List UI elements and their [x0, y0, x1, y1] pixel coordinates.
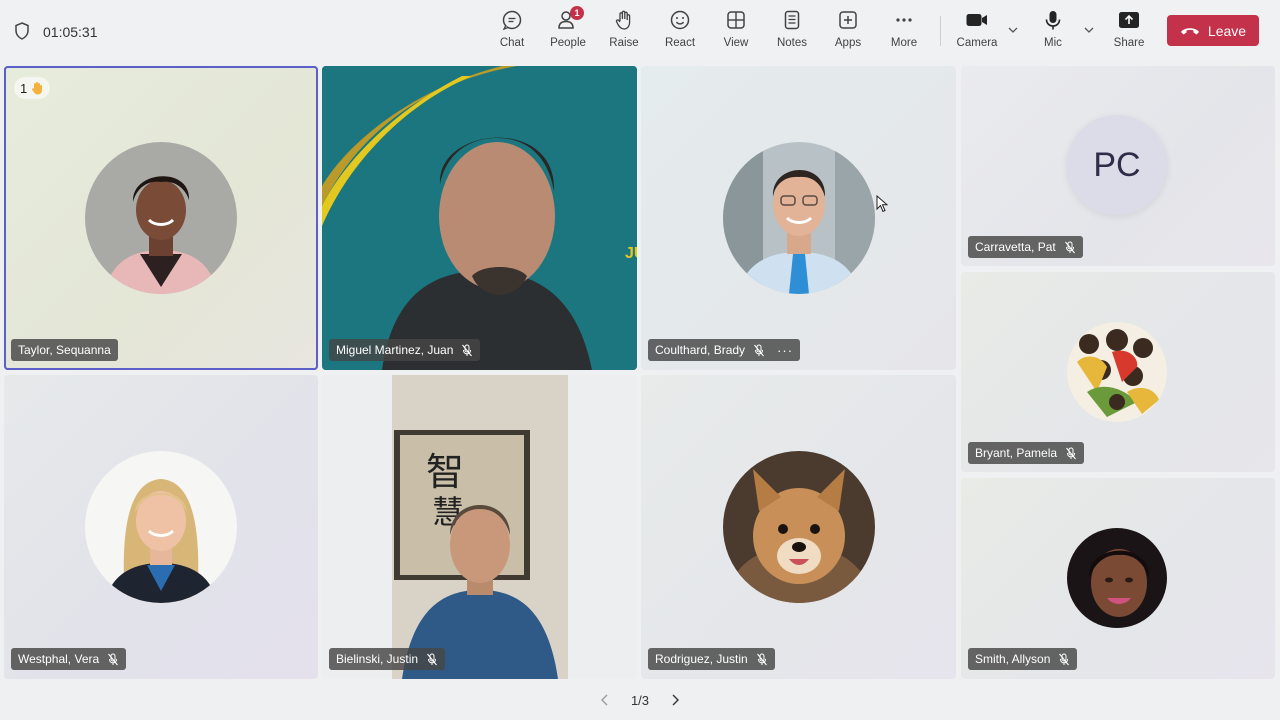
participant-tile-bielinski[interactable]: 智 慧 Bielinski, Justin [322, 375, 637, 679]
muted-microphone-icon [1066, 447, 1076, 459]
react-label: React [664, 37, 696, 49]
participant-video: JU [322, 66, 637, 370]
mic-button[interactable]: Mic [1025, 8, 1081, 56]
apps-button[interactable]: Apps [820, 8, 876, 56]
page-indicator: 1/3 [630, 692, 650, 708]
toolbar-divider [940, 16, 941, 46]
participant-name: Miguel Martinez, Juan [336, 343, 454, 357]
people-label: People [550, 37, 586, 49]
participant-name: Westphal, Vera [18, 652, 100, 666]
participant-more-options[interactable]: ··· [777, 343, 793, 358]
participant-photo [723, 142, 875, 294]
participant-name-tag: Bielinski, Justin [329, 648, 446, 670]
raised-hand-icon [32, 82, 43, 95]
participant-name-tag: Taylor, Sequanna [11, 339, 118, 361]
participant-photo [1067, 322, 1167, 422]
svg-text:JU: JU [625, 245, 637, 262]
people-button[interactable]: 1 People [540, 6, 596, 56]
participant-name-tag: Bryant, Pamela [968, 442, 1085, 464]
muted-microphone-icon [754, 344, 764, 356]
participant-name: Smith, Allyson [975, 652, 1051, 666]
participant-name-tag: Smith, Allyson [968, 648, 1078, 670]
share-button[interactable]: Share [1101, 8, 1157, 56]
camera-button[interactable]: Camera [949, 8, 1005, 56]
participant-initials-avatar: PC [1067, 115, 1167, 215]
muted-microphone-icon [1059, 653, 1070, 665]
svg-text:智: 智 [426, 450, 464, 494]
participant-name: Carravetta, Pat [975, 240, 1056, 254]
leave-button[interactable]: Leave [1167, 15, 1259, 46]
more-button[interactable]: More [876, 8, 932, 56]
hang-up-icon [1180, 27, 1199, 34]
participant-tile-bryant[interactable]: Bryant, Pamela [961, 272, 1275, 472]
smiley-icon [668, 8, 692, 32]
people-icon: 1 [556, 6, 584, 32]
participant-name-tag: Rodriguez, Justin [648, 648, 775, 670]
microphone-icon [1041, 8, 1065, 32]
view-label: View [723, 37, 749, 49]
camera-label: Camera [956, 37, 998, 49]
more-label: More [890, 37, 918, 49]
meeting-toolbar: 01:05:31 Chat 1 People Raise React View [0, 0, 1280, 62]
participant-name: Bielinski, Justin [336, 652, 419, 666]
share-screen-icon [1117, 8, 1141, 32]
chat-icon [500, 8, 524, 32]
leave-label: Leave [1207, 22, 1247, 39]
chat-label: Chat [499, 37, 525, 49]
people-badge: 1 [570, 6, 584, 20]
share-label: Share [1113, 37, 1145, 49]
participant-tile-miguel[interactable]: JU Miguel Martinez, Juan [322, 66, 637, 370]
raise-hand-button[interactable]: Raise [596, 8, 652, 56]
grid-view-icon [724, 8, 748, 32]
participant-photo [1067, 528, 1167, 628]
apps-icon [836, 8, 860, 32]
shield-icon [15, 22, 29, 40]
participant-name: Rodriguez, Justin [655, 652, 748, 666]
react-button[interactable]: React [652, 8, 708, 56]
participant-tile-smith[interactable]: Smith, Allyson [961, 478, 1275, 679]
participant-photo [85, 142, 237, 294]
participant-photo [723, 451, 875, 603]
raise-label: Raise [609, 37, 639, 49]
participant-name: Bryant, Pamela [975, 446, 1058, 460]
previous-page-chevron-icon[interactable] [600, 694, 610, 706]
call-timer: 01:05:31 [43, 24, 98, 40]
mouse-pointer-icon [876, 195, 888, 213]
participant-name-tag: Coulthard, Brady ··· [648, 339, 801, 361]
next-page-chevron-icon[interactable] [670, 694, 680, 706]
muted-microphone-icon [1064, 241, 1075, 253]
camera-icon [965, 8, 989, 32]
notes-label: Notes [776, 37, 808, 49]
participant-name-tag: Carravetta, Pat [968, 236, 1083, 258]
participant-name: Coulthard, Brady [655, 343, 746, 357]
participant-name-tag: Westphal, Vera [11, 648, 127, 670]
mic-options-chevron-icon[interactable] [1083, 24, 1095, 36]
participant-tile-rodriguez[interactable]: Rodriguez, Justin [641, 375, 956, 679]
notes-icon [780, 8, 804, 32]
notes-button[interactable]: Notes [764, 8, 820, 56]
participant-name: Taylor, Sequanna [18, 343, 111, 357]
gallery-pager: 1/3 [600, 690, 680, 710]
muted-microphone-icon [756, 653, 767, 665]
apps-label: Apps [834, 37, 862, 49]
muted-microphone-icon [108, 653, 119, 665]
chat-button[interactable]: Chat [484, 8, 540, 56]
participant-tile-coulthard[interactable]: Coulthard, Brady ··· [641, 66, 956, 370]
muted-microphone-icon [427, 653, 437, 665]
raised-hand-count: 1 [20, 80, 28, 96]
muted-microphone-icon [462, 344, 473, 356]
more-icon [892, 8, 916, 32]
participant-video: 智 慧 [392, 375, 568, 679]
mic-label: Mic [1044, 37, 1062, 49]
participant-tile-taylor[interactable]: 1 Taylor, Sequanna [4, 66, 318, 370]
participant-tile-westphal[interactable]: Westphal, Vera [4, 375, 318, 679]
hand-icon [612, 8, 636, 32]
raised-hand-indicator: 1 [14, 77, 51, 99]
participant-name-tag: Miguel Martinez, Juan [329, 339, 481, 361]
view-button[interactable]: View [708, 8, 764, 56]
camera-options-chevron-icon[interactable] [1007, 24, 1019, 36]
participant-photo [85, 451, 237, 603]
